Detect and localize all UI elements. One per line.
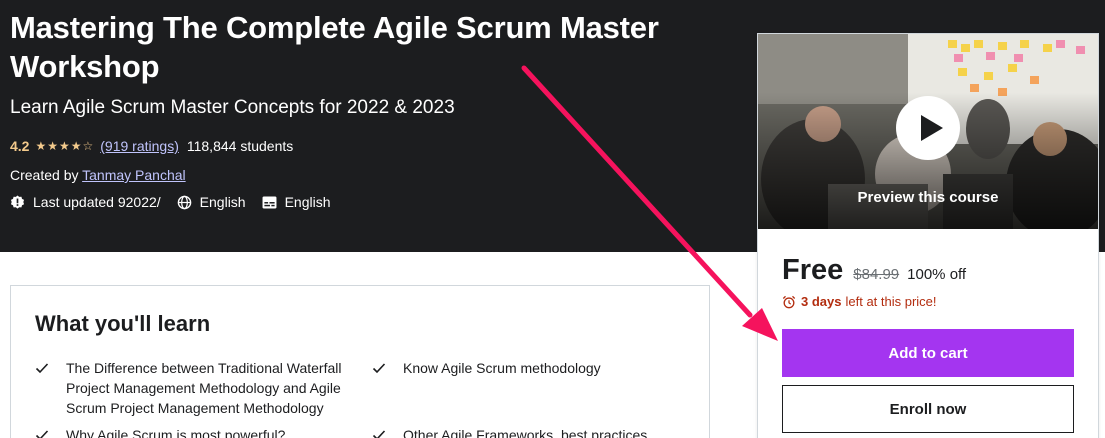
last-updated: Last updated 92022/ (10, 193, 161, 211)
what-youll-learn-box: What you'll learn The Difference between… (10, 285, 710, 438)
last-updated-text: Last updated 92022/ (33, 194, 161, 210)
alert-badge-icon (10, 194, 25, 209)
rating-number: 4.2 (10, 138, 30, 154)
course-meta-row: Last updated 92022/ English English (10, 193, 347, 211)
checkmark-icon (35, 363, 49, 374)
captions-icon (262, 195, 277, 209)
learn-item: Why Agile Scrum is most powerful? (35, 425, 356, 438)
created-by-label: Created by (10, 167, 79, 183)
price-timer: 3 days left at this price! (782, 294, 937, 309)
original-price: $84.99 (853, 266, 900, 283)
learn-item-text: Know Agile Scrum methodology (403, 360, 601, 376)
star-rating-icon: ★★★★☆ (35, 139, 95, 153)
checkmark-icon (35, 430, 49, 438)
course-preview[interactable]: Preview this course (758, 34, 1098, 229)
add-to-cart-button[interactable]: Add to cart (782, 329, 1074, 377)
learn-item: Know Agile Scrum methodology (372, 358, 693, 378)
ratings-count-link[interactable]: (919 ratings) (100, 137, 179, 155)
price-row: Free $84.99 100% off (782, 254, 966, 287)
instructor-link[interactable]: Tanmay Panchal (82, 167, 186, 183)
created-by-row: Created by Tanmay Panchal (10, 166, 186, 184)
play-icon[interactable] (896, 96, 960, 160)
language: English (177, 193, 246, 211)
learn-title: What you'll learn (35, 311, 211, 336)
captions: English (262, 193, 331, 211)
current-price: Free (782, 254, 844, 286)
captions-text: English (284, 194, 331, 210)
checkmark-icon (372, 363, 386, 374)
learn-item-text: Other Agile Frameworks, best practices. (403, 427, 652, 438)
course-title: Mastering The Complete Agile Scrum Maste… (10, 10, 659, 84)
timer-days: 3 days (801, 294, 842, 309)
learn-item: The Difference between Traditional Water… (35, 358, 356, 418)
learn-item-text: The Difference between Traditional Water… (66, 360, 342, 416)
learn-item-text: Why Agile Scrum is most powerful? (66, 427, 286, 438)
globe-icon (177, 195, 191, 209)
preview-label: Preview this course (857, 189, 999, 206)
rating-row: 4.2 ★★★★☆ (919 ratings) 118,844 students (10, 137, 293, 155)
enroll-now-button[interactable]: Enroll now (782, 385, 1074, 433)
alarm-clock-icon (782, 295, 796, 308)
discount-percent: 100% off (907, 266, 967, 283)
course-subtitle: Learn Agile Scrum Master Concepts for 20… (10, 97, 455, 118)
checkmark-icon (372, 430, 386, 438)
purchase-card: Preview this course Free $84.99 100% off… (757, 33, 1099, 438)
learn-item: Other Agile Frameworks, best practices. (372, 425, 693, 438)
timer-text: left at this price! (845, 294, 937, 309)
students-count: 118,844 students (186, 138, 294, 154)
language-text: English (199, 194, 246, 210)
